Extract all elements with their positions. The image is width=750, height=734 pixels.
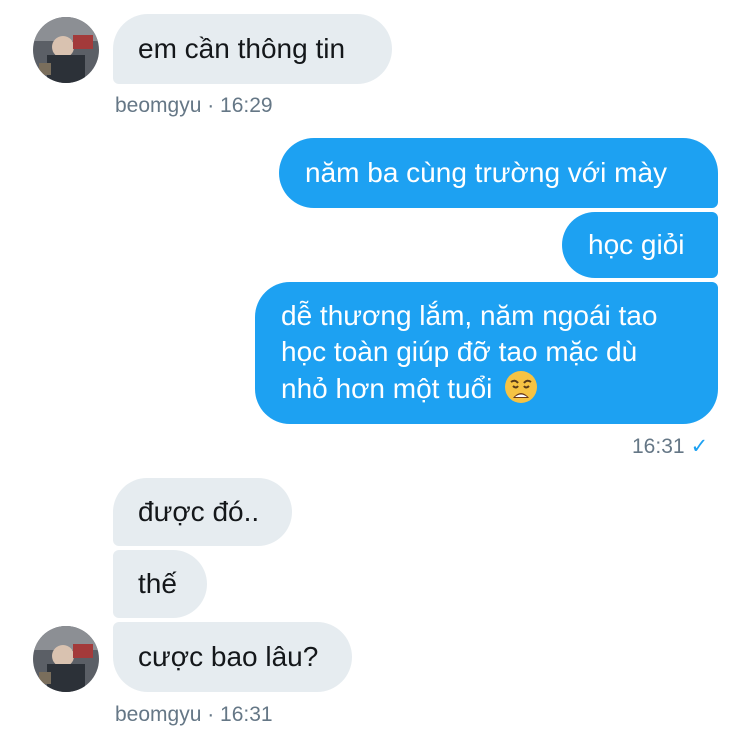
message-bubble-sent[interactable]: dễ thương lắm, năm ngoái tao học toàn gi… [255,282,718,424]
message-text: em cần thông tin [138,33,346,64]
message-text: năm ba cùng trường với mày [305,157,668,188]
message-bubble-received[interactable]: được đó.. [113,478,292,546]
avatar[interactable] [33,626,99,692]
message-text: nhỏ hơn một tuổi [281,373,493,404]
message-bubble-sent[interactable]: năm ba cùng trường với mày [279,138,718,208]
message-text: thế [138,568,177,599]
message-text-line: học toàn giúp đỡ tao mặc dù [281,336,638,367]
message-text-line: dễ thương lắm, năm ngoái tao [281,300,658,331]
message-text-line: nhỏ hơn một tuổi [281,370,692,413]
message-meta: 16:31 ✓ [632,434,708,459]
avatar-photo [33,17,99,83]
message-meta: beomgyu · 16:29 [115,94,273,117]
avatar[interactable] [33,17,99,83]
message-meta: beomgyu · 16:31 [115,703,273,726]
message-bubble-received[interactable]: em cần thông tin [113,14,392,84]
checkmark-icon: ✓ [690,435,709,458]
message-bubble-received[interactable]: cược bao lâu? [113,622,352,692]
message-time: 16:31 [632,435,685,458]
message-bubble-sent[interactable]: học giỏi [562,212,718,278]
message-bubble-received[interactable]: thế [113,550,207,618]
message-text: được đó.. [138,496,260,527]
avatar-photo [33,626,99,692]
message-text: cược bao lâu? [138,641,319,672]
weary-face-emoji [504,370,538,413]
message-text: học giỏi [588,229,685,260]
